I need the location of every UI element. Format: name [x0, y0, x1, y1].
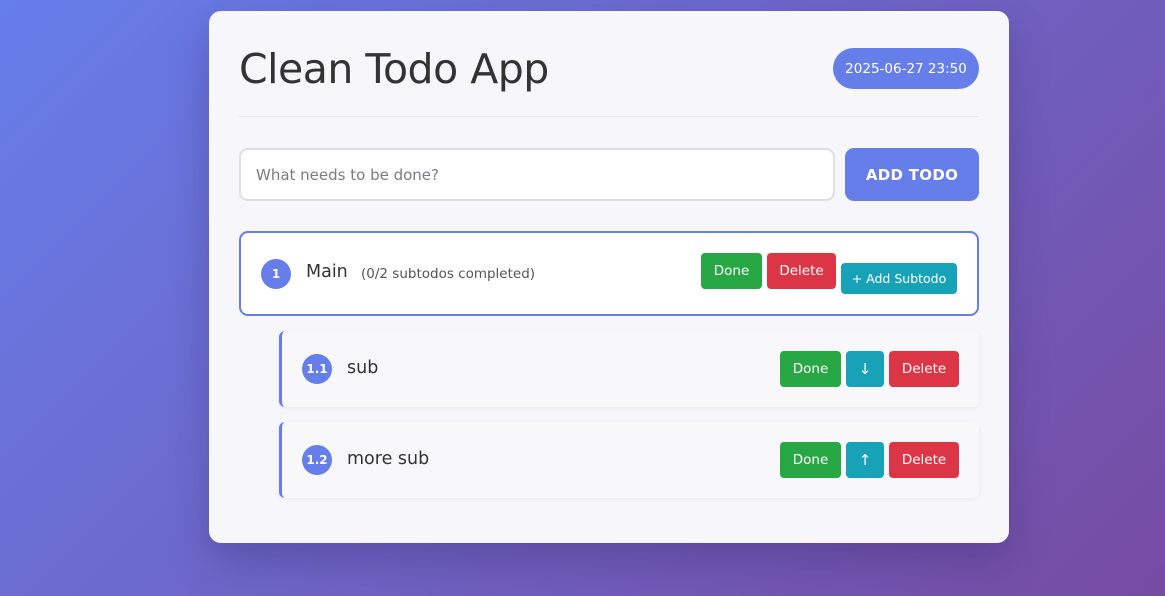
subtodo-item: 1.2 more sub Done ↑ Delete: [279, 422, 979, 498]
subtodo-label: more sub: [347, 449, 430, 469]
add-todo-button[interactable]: ADD TODO: [845, 148, 979, 201]
move-down-button[interactable]: ↓: [846, 351, 884, 387]
subtodo-progress-text: (0/2 subtodos completed): [361, 266, 536, 282]
delete-button[interactable]: Delete: [767, 253, 836, 289]
subtodo-number-badge: 1.2: [302, 445, 332, 475]
app-title: Clean Todo App: [239, 45, 549, 93]
todo-item-main: 1 Main (0/2 subtodos completed) Done Del…: [239, 231, 979, 316]
delete-button[interactable]: Delete: [889, 351, 959, 387]
todo-label: Main: [306, 262, 348, 282]
subtodo-number-badge: 1.1: [302, 354, 332, 384]
done-button[interactable]: Done: [701, 253, 762, 289]
done-button[interactable]: Done: [780, 351, 841, 387]
move-up-button[interactable]: ↑: [846, 442, 884, 478]
todo-app-card: Clean Todo App 2025-06-27 23:50 ADD TODO…: [209, 11, 1009, 543]
delete-button[interactable]: Delete: [889, 442, 959, 478]
todo-number-badge: 1: [261, 259, 291, 289]
subtodo-label: sub: [347, 358, 379, 378]
done-button[interactable]: Done: [780, 442, 841, 478]
new-todo-input[interactable]: [239, 148, 835, 201]
header-divider: [239, 116, 979, 117]
subtodo-item: 1.1 sub Done ↓ Delete: [279, 331, 979, 407]
datetime-badge: 2025-06-27 23:50: [833, 48, 979, 89]
add-subtodo-button[interactable]: + Add Subtodo: [841, 263, 957, 294]
